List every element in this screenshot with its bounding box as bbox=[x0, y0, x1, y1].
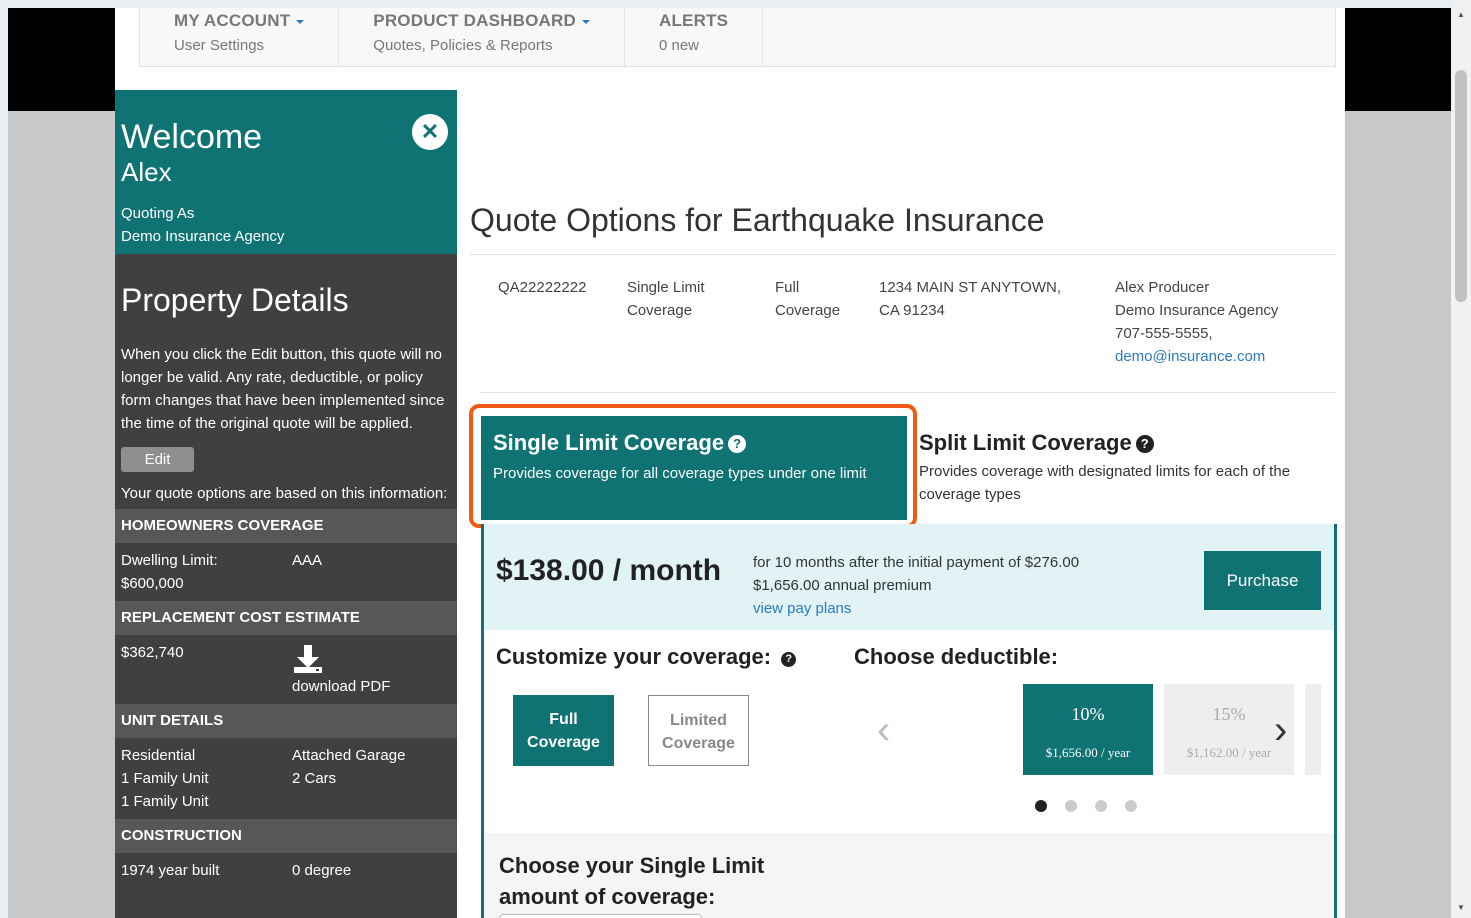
dwelling-row: Dwelling Limit: $600,000 AAA bbox=[115, 543, 457, 597]
producer-agency: Demo Insurance Agency bbox=[1115, 302, 1279, 319]
degree: 0 degree bbox=[292, 862, 352, 879]
tab-split-limit[interactable]: Split Limit Coverage? Provides coverage … bbox=[919, 430, 1339, 506]
deductible-option-10[interactable]: 10% $1,656.00 / year bbox=[1023, 684, 1153, 775]
user-name: Alex bbox=[121, 157, 172, 187]
welcome-heading: Welcome bbox=[121, 118, 263, 156]
view-pay-plans-link[interactable]: view pay plans bbox=[753, 600, 851, 617]
producer-email-link[interactable]: demo@insurance.com bbox=[1115, 348, 1265, 365]
help-icon[interactable]: ? bbox=[1135, 435, 1154, 453]
deductible-option-next-partial[interactable] bbox=[1305, 684, 1321, 775]
nav-product-dashboard[interactable]: PRODUCT DASHBOARD Quotes, Policies & Rep… bbox=[339, 8, 625, 66]
unit-row: Residential 1 Family Unit 1 Family Unit … bbox=[115, 738, 457, 815]
top-nav: MY ACCOUNT User Settings PRODUCT DASHBOA… bbox=[139, 8, 1336, 67]
scrollbar[interactable]: ▲ ▼ bbox=[1451, 0, 1471, 918]
unit-type: Residential bbox=[121, 747, 196, 764]
customize-label: Customize your coverage: bbox=[496, 644, 772, 669]
single-limit-select[interactable] bbox=[499, 914, 702, 918]
property-address: 1234 MAIN ST ANYTOWN, CA 91234 bbox=[879, 279, 1061, 319]
single-limit-label: Choose your Single Limit amount of cover… bbox=[499, 853, 765, 909]
browser-viewport: MY ACCOUNT User Settings PRODUCT DASHBOA… bbox=[8, 8, 1451, 918]
edit-warning: When you click the Edit button, this quo… bbox=[121, 346, 445, 432]
nav-alerts-title: ALERTS bbox=[658, 11, 729, 30]
year-built: 1974 year built bbox=[121, 862, 220, 879]
limit-type: Single Limit Coverage bbox=[627, 279, 705, 319]
limited-coverage-button[interactable]: Limited Coverage bbox=[648, 695, 749, 766]
nav-product-dashboard-sub: Quotes, Policies & Reports bbox=[373, 37, 553, 54]
nav-product-dashboard-title: PRODUCT DASHBOARD bbox=[373, 11, 576, 30]
sidebar: Welcome Alex Quoting As Demo Insurance A… bbox=[115, 90, 457, 918]
divider bbox=[481, 392, 1336, 393]
scroll-up-icon[interactable]: ▲ bbox=[1457, 10, 1465, 19]
carousel-dot[interactable] bbox=[1125, 800, 1137, 812]
carousel-dot[interactable] bbox=[1035, 800, 1047, 812]
replacement-row: $362,740 download PDF bbox=[115, 635, 457, 700]
basis-text: Your quote options are based on this inf… bbox=[121, 485, 448, 502]
producer-name: Alex Producer bbox=[1115, 279, 1210, 296]
price-bar: $138.00 / month for 10 months after the … bbox=[484, 524, 1334, 630]
carousel-dots bbox=[1035, 800, 1137, 812]
unit-family-2: 1 Family Unit bbox=[121, 793, 209, 810]
nav-my-account-sub: User Settings bbox=[174, 37, 265, 54]
carousel-dot[interactable] bbox=[1065, 800, 1077, 812]
nav-my-account[interactable]: MY ACCOUNT User Settings bbox=[140, 8, 340, 66]
welcome-panel: Welcome Alex Quoting As Demo Insurance A… bbox=[115, 90, 457, 254]
scroll-thumb[interactable] bbox=[1455, 70, 1467, 302]
deductible-yearly: $1,656.00 / year bbox=[1045, 745, 1131, 760]
single-limit-section: Choose your Single Limit amount of cover… bbox=[484, 833, 1334, 918]
purchase-button[interactable]: Purchase bbox=[1204, 551, 1321, 610]
close-sidebar-button[interactable]: ✕ bbox=[412, 114, 448, 150]
scroll-down-icon[interactable]: ▼ bbox=[1457, 903, 1465, 912]
choose-deductible-label: Choose deductible: bbox=[854, 644, 1059, 669]
coverage-panel: $138.00 / month for 10 months after the … bbox=[481, 524, 1337, 918]
chevron-right-icon[interactable]: › bbox=[1274, 708, 1287, 753]
replacement-value: $362,740 bbox=[121, 644, 184, 661]
chevron-left-icon[interactable]: ‹ bbox=[877, 708, 890, 753]
construction-row: 1974 year built 0 degree bbox=[115, 853, 457, 884]
unit-details-header: UNIT DETAILS bbox=[115, 704, 457, 738]
main-content: Quote Options for Earthquake Insurance Q… bbox=[463, 90, 1343, 918]
quoting-as-label: Quoting As bbox=[121, 205, 195, 222]
edit-button[interactable]: Edit bbox=[121, 447, 194, 472]
garage-type: Attached Garage bbox=[292, 747, 406, 764]
page-title: Quote Options for Earthquake Insurance bbox=[470, 202, 1045, 238]
homeowners-coverage-header: HOMEOWNERS COVERAGE bbox=[115, 509, 457, 543]
split-limit-desc: Provides coverage with designated limits… bbox=[919, 463, 1291, 503]
annual-premium: $1,656.00 annual premium bbox=[753, 577, 932, 594]
unit-family-1: 1 Family Unit bbox=[121, 770, 209, 787]
highlight-box bbox=[469, 404, 917, 528]
dwelling-code: AAA bbox=[292, 552, 323, 569]
download-pdf-link[interactable]: download PDF bbox=[292, 641, 390, 698]
dwelling-limit: Dwelling Limit: $600,000 bbox=[121, 552, 218, 592]
payment-terms: for 10 months after the initial payment … bbox=[753, 554, 1080, 571]
download-icon bbox=[294, 645, 322, 673]
download-pdf-label: download PDF bbox=[292, 678, 391, 695]
construction-header: CONSTRUCTION bbox=[115, 819, 457, 853]
property-details: Property Details When you click the Edit… bbox=[115, 254, 457, 505]
coverage-type: Full Coverage bbox=[775, 279, 841, 319]
help-icon[interactable]: ? bbox=[781, 652, 797, 667]
quote-id: QA22222222 bbox=[498, 279, 587, 296]
replacement-cost-header: REPLACEMENT COST ESTIMATE bbox=[115, 601, 457, 635]
producer-phone: 707-555-5555, bbox=[1115, 325, 1213, 342]
app-page: MY ACCOUNT User Settings PRODUCT DASHBOA… bbox=[115, 8, 1345, 918]
agency-name: Demo Insurance Agency bbox=[121, 228, 285, 245]
divider bbox=[470, 254, 1336, 255]
full-coverage-button[interactable]: Full Coverage bbox=[513, 695, 614, 766]
price-details: for 10 months after the initial payment … bbox=[753, 551, 1079, 620]
nav-alerts-sub: 0 new bbox=[658, 37, 699, 54]
deductible-pct: 10% bbox=[1071, 704, 1105, 724]
garage-cars: 2 Cars bbox=[292, 770, 337, 787]
split-limit-title: Split Limit Coverage bbox=[919, 430, 1132, 455]
caret-down-icon bbox=[296, 19, 305, 24]
nav-my-account-title: MY ACCOUNT bbox=[174, 11, 291, 30]
property-details-title: Property Details bbox=[121, 282, 349, 318]
nav-alerts[interactable]: ALERTS 0 new bbox=[625, 8, 764, 66]
close-icon: ✕ bbox=[420, 119, 440, 144]
caret-down-icon bbox=[581, 19, 590, 24]
carousel-dot[interactable] bbox=[1095, 800, 1107, 812]
monthly-price: $138.00 / month bbox=[496, 554, 722, 587]
